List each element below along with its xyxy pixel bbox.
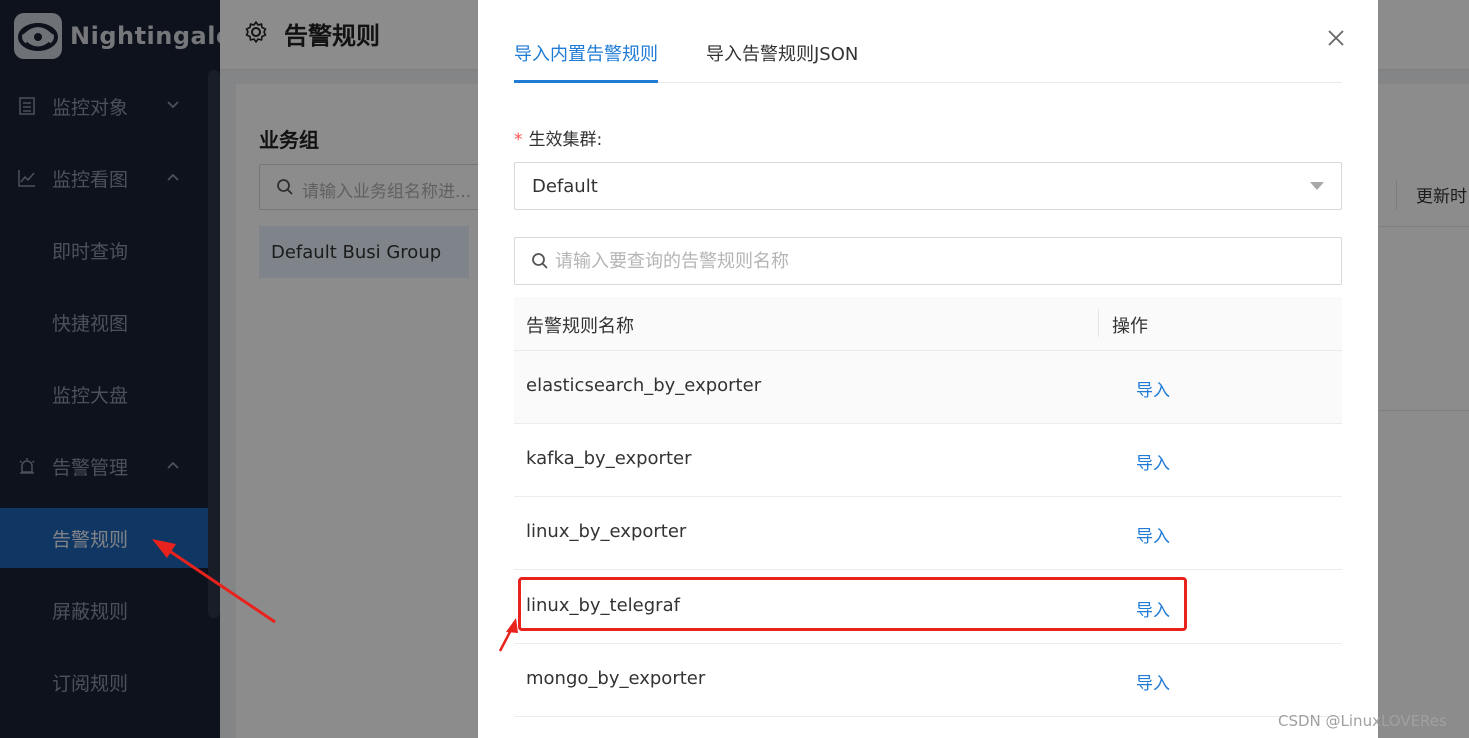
search-icon — [532, 253, 548, 269]
column-header-rule-name: 告警规则名称 — [526, 316, 634, 337]
table-row: kafka_by_exporter 导入 — [514, 424, 1342, 497]
modal-tabs: 导入内置告警规则 导入告警规则JSON — [514, 0, 1342, 83]
table-row: elasticsearch_by_exporter 导入 — [514, 351, 1342, 424]
import-link[interactable]: 导入 — [1136, 376, 1170, 401]
cluster-label-text: 生效集群: — [528, 130, 603, 150]
cluster-select[interactable]: Default — [514, 162, 1342, 210]
table-row: linux_by_exporter 导入 — [514, 497, 1342, 570]
table-row: mongo_by_exporter 导入 — [514, 644, 1342, 717]
rule-name: linux_by_exporter — [526, 521, 687, 542]
rule-name: kafka_by_exporter — [526, 448, 692, 469]
rule-search-input[interactable] — [555, 246, 1315, 276]
active-tab-indicator — [514, 80, 658, 83]
close-icon[interactable] — [1326, 28, 1346, 48]
rule-name: elasticsearch_by_exporter — [526, 375, 762, 396]
tab-import-rules-json[interactable]: 导入告警规则JSON — [706, 40, 858, 66]
import-link[interactable]: 导入 — [1136, 669, 1170, 694]
tab-import-builtin-rules[interactable]: 导入内置告警规则 — [514, 40, 658, 66]
import-link[interactable]: 导入 — [1136, 449, 1170, 474]
rule-name: mongo_by_exporter — [526, 668, 706, 689]
rule-search[interactable] — [514, 237, 1342, 285]
cluster-select-value: Default — [532, 176, 598, 197]
required-mark: * — [514, 130, 523, 150]
annotation-highlight-box — [518, 577, 1187, 631]
column-divider — [1098, 309, 1099, 337]
table-header: 告警规则名称 操作 — [514, 297, 1342, 351]
watermark: CSDN @LinuxLOVERes — [1278, 712, 1447, 730]
caret-down-icon — [1310, 182, 1324, 190]
column-header-action: 操作 — [1112, 316, 1148, 337]
cluster-field-label: * 生效集群: — [514, 125, 602, 150]
import-link[interactable]: 导入 — [1136, 522, 1170, 547]
